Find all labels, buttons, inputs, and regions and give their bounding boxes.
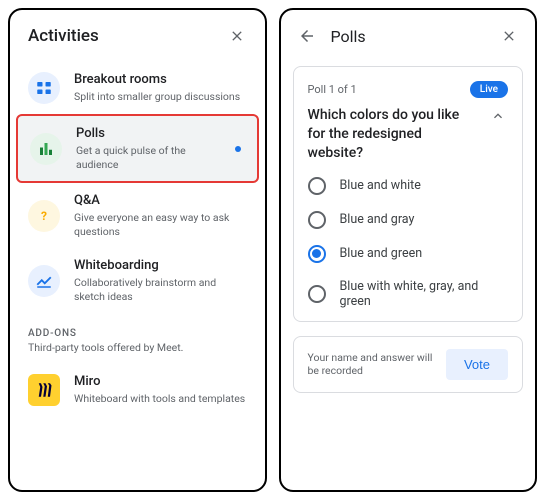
addons-list: Miro Whiteboard with tools and templates: [10, 360, 265, 416]
activity-desc: Collaboratively brainstorm and sketch id…: [74, 276, 247, 303]
option-label: Blue and green: [340, 246, 423, 261]
activity-polls[interactable]: Polls Get a quick pulse of the audience: [16, 114, 259, 183]
close-icon: [229, 28, 245, 44]
back-button[interactable]: [295, 24, 319, 48]
addon-desc: Whiteboard with tools and templates: [74, 392, 247, 406]
activities-panel: Activities Breakout rooms Split into sma…: [8, 8, 267, 492]
addon-miro[interactable]: Miro Whiteboard with tools and templates: [16, 364, 259, 416]
whiteboarding-icon: [28, 265, 60, 297]
breakout-rooms-icon: [28, 72, 60, 104]
poll-question: Which colors do you like for the redesig…: [308, 106, 481, 163]
close-button[interactable]: [497, 24, 521, 48]
footer-note: Your name and answer will be recorded: [308, 351, 436, 378]
option-label: Blue with white, gray, and green: [340, 279, 509, 309]
option-label: Blue and white: [340, 178, 421, 193]
addon-name: Miro: [74, 374, 247, 391]
activity-qa[interactable]: ? Q&A Give everyone an easy way to ask q…: [16, 183, 259, 248]
poll-meta: Poll 1 of 1 Live: [308, 81, 509, 98]
poll-option[interactable]: Blue with white, gray, and green: [308, 279, 509, 309]
addons-desc: Third-party tools offered by Meet.: [10, 341, 265, 360]
arrow-back-icon: [298, 27, 316, 45]
live-badge: Live: [470, 81, 508, 98]
close-icon: [501, 28, 517, 44]
chevron-up-icon: [490, 108, 506, 124]
activities-list: Breakout rooms Split into smaller group …: [10, 58, 265, 314]
activity-desc: Get a quick pulse of the audience: [76, 144, 221, 171]
poll-options: Blue and white Blue and gray Blue and gr…: [308, 177, 509, 309]
qa-icon: ?: [28, 200, 60, 232]
radio-selected-icon: [308, 245, 326, 263]
radio-icon: [308, 211, 326, 229]
radio-icon: [308, 177, 326, 195]
notification-dot-icon: [235, 146, 241, 152]
poll-option[interactable]: Blue and green: [308, 245, 509, 263]
activity-desc: Give everyone an easy way to ask questio…: [74, 211, 247, 238]
activity-whiteboarding[interactable]: Whiteboarding Collaboratively brainstorm…: [16, 248, 259, 313]
collapse-button[interactable]: [488, 106, 508, 126]
activities-title: Activities: [28, 26, 99, 46]
polls-icon: [30, 133, 62, 165]
polls-title: Polls: [331, 27, 486, 46]
activity-name: Polls: [76, 126, 221, 143]
activity-desc: Split into smaller group discussions: [74, 90, 247, 104]
polls-panel: Polls Poll 1 of 1 Live Which colors do y…: [279, 8, 538, 492]
poll-card: Poll 1 of 1 Live Which colors do you lik…: [293, 66, 524, 322]
activity-breakout-rooms[interactable]: Breakout rooms Split into smaller group …: [16, 62, 259, 114]
poll-option[interactable]: Blue and white: [308, 177, 509, 195]
option-label: Blue and gray: [340, 212, 415, 227]
polls-header: Polls: [281, 10, 536, 58]
activity-name: Breakout rooms: [74, 72, 247, 89]
activities-header: Activities: [10, 10, 265, 58]
poll-footer: Your name and answer will be recorded Vo…: [293, 336, 524, 393]
radio-icon: [308, 285, 326, 303]
poll-option[interactable]: Blue and gray: [308, 211, 509, 229]
miro-icon: [28, 374, 60, 406]
close-button[interactable]: [225, 24, 249, 48]
activity-name: Q&A: [74, 193, 247, 210]
svg-text:?: ?: [41, 209, 47, 223]
poll-count: Poll 1 of 1: [308, 83, 357, 96]
addons-label: ADD-ONS: [10, 314, 265, 341]
vote-button[interactable]: Vote: [446, 349, 508, 380]
activity-name: Whiteboarding: [74, 258, 247, 275]
